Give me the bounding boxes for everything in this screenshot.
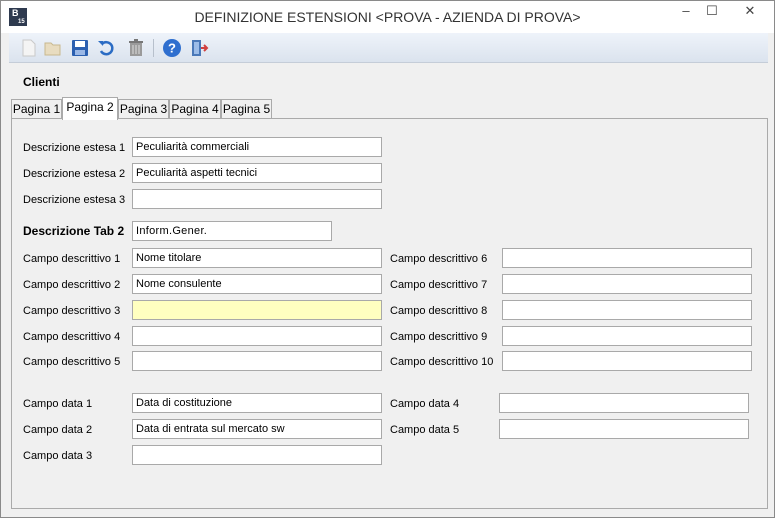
save-icon[interactable] [69,37,91,59]
extended-label-2: Descrizione estesa 2 [23,168,126,180]
tab-desc-label: Descrizione Tab 2 [23,224,125,238]
data-label-2: Campo data 2 [23,424,93,436]
campo-label-2: Campo descrittivo 2 [23,279,121,291]
campo-field-9[interactable] [502,326,752,346]
campo-label-8: Campo descrittivo 8 [390,305,488,317]
section-title: Clienti [23,75,60,89]
tab-desc-field[interactable]: Inform.Gener. [132,221,332,241]
tab-pagina-1[interactable]: Pagina 1 [11,99,62,119]
extended-field-1[interactable]: Peculiarità commerciali [132,137,382,157]
toolbar: ? [9,33,768,63]
data-label-3: Campo data 3 [23,450,93,462]
campo-label-5: Campo descrittivo 5 [23,356,121,368]
toolbar-separator [153,39,154,57]
open-icon[interactable] [41,37,63,59]
minimize-button[interactable]: – [673,1,699,23]
campo-field-8[interactable] [502,300,752,320]
campo-field-5[interactable] [132,351,382,371]
campo-label-1: Campo descrittivo 1 [23,253,121,265]
campo-label-6: Campo descrittivo 6 [390,253,488,265]
exit-icon[interactable] [189,37,211,59]
window-title: DEFINIZIONE ESTENSIONI <PROVA - AZIENDA … [194,9,581,25]
tab-pagina-4[interactable]: Pagina 4 [169,99,221,119]
maximize-button[interactable]: ☐ [699,1,725,23]
title-bar: B 15 DEFINIZIONE ESTENSIONI <PROVA - AZIE… [1,1,774,33]
extended-label-1: Descrizione estesa 1 [23,142,126,154]
undo-icon[interactable] [95,37,117,59]
new-icon[interactable] [17,37,39,59]
campo-label-9: Campo descrittivo 9 [390,331,488,343]
campo-field-7[interactable] [502,274,752,294]
help-icon[interactable]: ? [161,37,183,59]
campo-field-4[interactable] [132,326,382,346]
campo-field-6[interactable] [502,248,752,268]
svg-text:?: ? [168,41,176,56]
delete-icon[interactable] [125,37,147,59]
campo-field-3[interactable] [132,300,382,320]
data-field-4[interactable] [499,393,749,413]
data-label-1: Campo data 1 [23,398,93,410]
data-field-2[interactable]: Data di entrata sul mercato sw [132,419,382,439]
data-field-5[interactable] [499,419,749,439]
tab-pagina-5[interactable]: Pagina 5 [221,99,272,119]
campo-field-10[interactable] [502,351,752,371]
tab-pagina-2[interactable]: Pagina 2 [62,97,118,120]
data-label-4: Campo data 4 [390,398,460,410]
app-window: B 15 DEFINIZIONE ESTENSIONI <PROVA - AZIE… [0,0,775,518]
data-field-3[interactable] [132,445,382,465]
tab-panel: Descrizione estesa 1 Peculiarità commerc… [11,118,768,509]
data-field-1[interactable]: Data di costituzione [132,393,382,413]
campo-label-7: Campo descrittivo 7 [390,279,488,291]
extended-field-2[interactable]: Peculiarità aspetti tecnici [132,163,382,183]
campo-label-3: Campo descrittivo 3 [23,305,121,317]
campo-label-4: Campo descrittivo 4 [23,331,121,343]
campo-label-10: Campo descrittivo 10 [390,356,494,368]
data-label-5: Campo data 5 [390,424,460,436]
campo-field-1[interactable]: Nome titolare [132,248,382,268]
close-button[interactable]: ✕ [727,1,773,23]
tab-pagina-3[interactable]: Pagina 3 [118,99,169,119]
campo-field-2[interactable]: Nome consulente [132,274,382,294]
extended-label-3: Descrizione estesa 3 [23,194,126,206]
extended-field-3[interactable] [132,189,382,209]
